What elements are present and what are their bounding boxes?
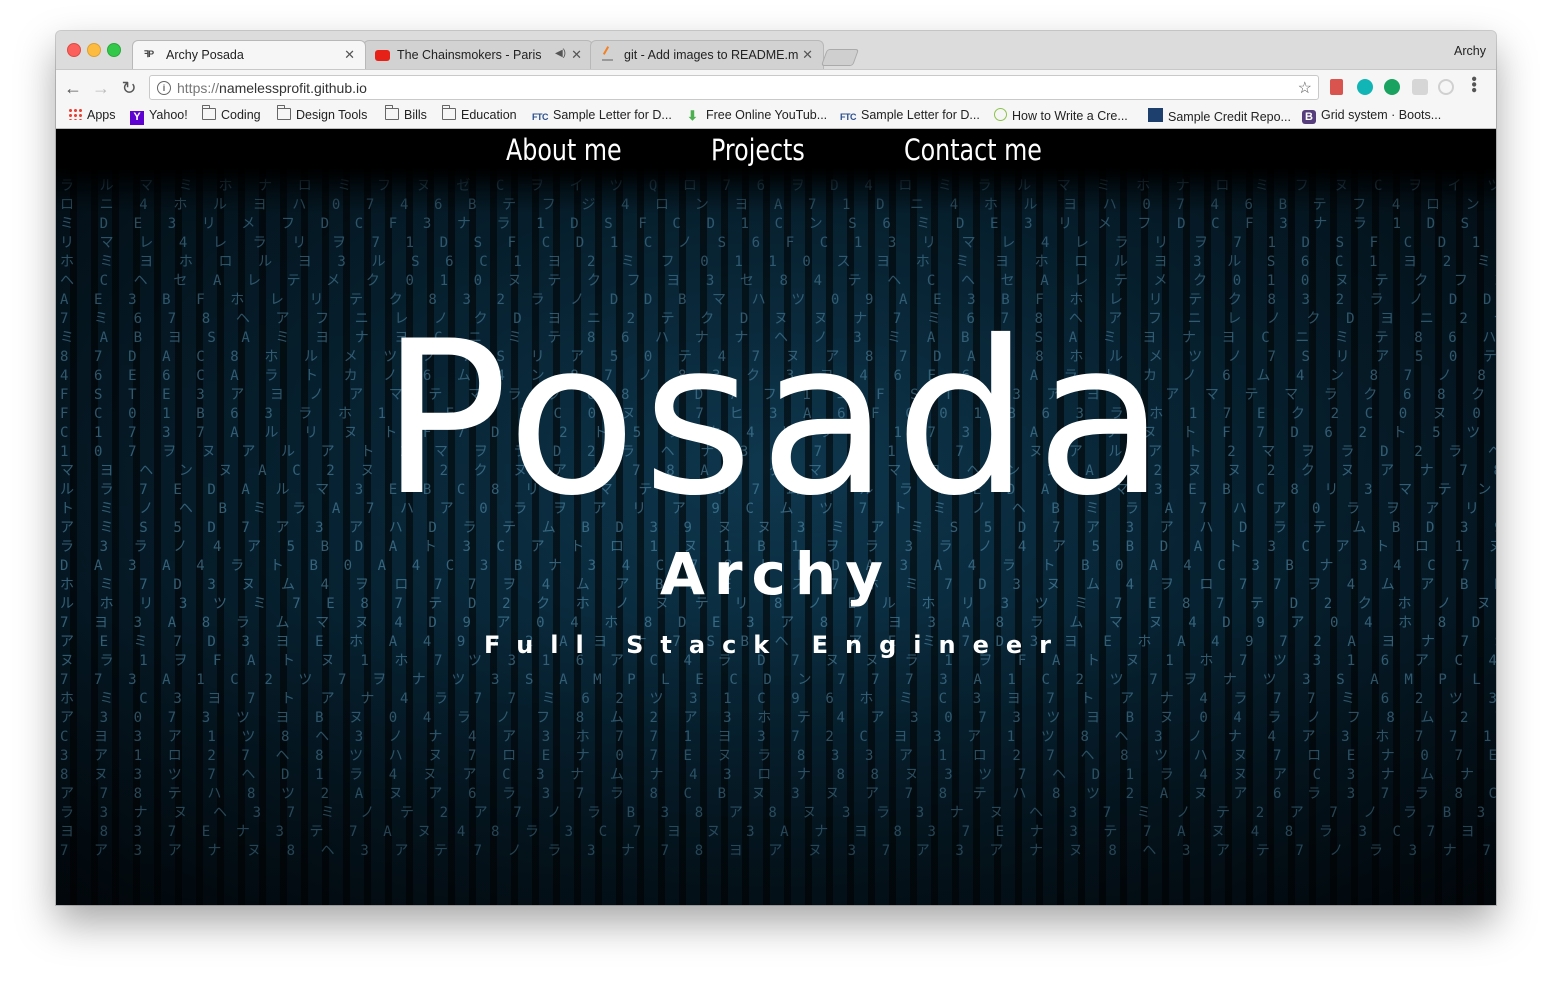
browser-window: ꟻP Archy Posada ✕ The Chainsmokers - Par… bbox=[56, 31, 1496, 905]
speaker-audio-icon[interactable]: ◀) bbox=[555, 48, 566, 59]
tab-close-icon[interactable]: ✕ bbox=[344, 47, 355, 63]
zoom-window-button[interactable] bbox=[107, 43, 121, 57]
back-arrow-icon[interactable]: ← bbox=[62, 77, 84, 99]
tab-title: The Chainsmokers - Paris (L bbox=[397, 48, 543, 62]
browser-toolbar: ← → ↻ i https://namelessprofit.github.io… bbox=[56, 69, 1496, 106]
bookmark-sample-letter-1[interactable]: FTC Sample Letter for D... bbox=[532, 108, 672, 125]
site-info-icon[interactable]: i bbox=[157, 81, 171, 95]
document-icon bbox=[994, 108, 1007, 121]
hero-first-name: Archy bbox=[660, 540, 892, 608]
nav-link-projects[interactable]: Projects bbox=[711, 133, 805, 167]
bookmarks-bar: Apps Y Yahoo! Coding Design Tools Bills E… bbox=[56, 105, 1496, 129]
bookmark-sample-credit-report[interactable]: Sample Credit Repo... bbox=[1148, 108, 1291, 125]
bookmark-yahoo[interactable]: Y Yahoo! bbox=[130, 108, 188, 125]
profile-name[interactable]: Archy bbox=[1454, 44, 1486, 58]
bookmark-apps[interactable]: Apps bbox=[68, 108, 116, 125]
tab-title: git - Add images to README.m bbox=[624, 48, 798, 62]
ftc-icon: FTC bbox=[532, 112, 549, 122]
new-tab-button[interactable] bbox=[820, 49, 860, 66]
bookmark-folder-bills[interactable]: Bills bbox=[385, 105, 427, 125]
bookmark-folder-design-tools[interactable]: Design Tools bbox=[277, 105, 367, 125]
extension-chat-icon[interactable] bbox=[1384, 79, 1400, 95]
bookmark-how-to-write[interactable]: How to Write a Cre... bbox=[994, 108, 1128, 125]
tab-chainsmokers[interactable]: The Chainsmokers - Paris (L ◀) ✕ bbox=[363, 40, 593, 69]
hero-last-name: Posada bbox=[380, 295, 1172, 542]
hero-job-title: Full Stack Engineer bbox=[484, 631, 1068, 659]
close-window-button[interactable] bbox=[67, 43, 81, 57]
bootstrap-icon: B bbox=[1302, 110, 1316, 124]
extension-screen-icon[interactable] bbox=[1412, 79, 1428, 95]
extension-refresh-icon[interactable] bbox=[1438, 79, 1454, 95]
extension-book-icon[interactable] bbox=[1330, 79, 1343, 95]
nav-link-about-me[interactable]: About me bbox=[506, 133, 622, 167]
apps-grid-icon bbox=[68, 108, 82, 120]
tab-strip: ꟻP Archy Posada ✕ The Chainsmokers - Par… bbox=[56, 31, 1496, 69]
folder-icon bbox=[385, 105, 399, 120]
extension-m-icon[interactable] bbox=[1357, 79, 1373, 95]
url-text[interactable]: https://namelessprofit.github.io bbox=[177, 80, 367, 96]
folder-icon bbox=[202, 105, 216, 120]
download-arrow-icon: ⬇ bbox=[687, 108, 698, 123]
myfico-icon bbox=[1148, 108, 1163, 122]
youtube-icon bbox=[375, 50, 390, 61]
site-navbar: About me Projects Contact me bbox=[56, 129, 1496, 169]
web-page: ラ ル マ ミ ホ ナ ロ ミ フ ヌ ゼ C ヲ イ ツ Q ロ 7 6 ヲ … bbox=[56, 129, 1496, 905]
menu-dots-icon[interactable]: ••• bbox=[1464, 76, 1482, 93]
ftc-icon: FTC bbox=[840, 112, 857, 122]
bookmark-folder-education[interactable]: Education bbox=[442, 105, 517, 125]
ap-favicon-icon: ꟻP bbox=[144, 49, 154, 59]
yahoo-icon: Y bbox=[130, 111, 144, 125]
stackoverflow-icon bbox=[602, 46, 613, 61]
address-bar[interactable]: i https://namelessprofit.github.io ☆ bbox=[149, 75, 1319, 100]
nav-link-contact-me[interactable]: Contact me bbox=[904, 133, 1042, 167]
bookmark-folder-coding[interactable]: Coding bbox=[202, 105, 261, 125]
bookmark-sample-letter-2[interactable]: FTC Sample Letter for D... bbox=[840, 108, 980, 125]
folder-icon bbox=[277, 105, 291, 120]
bookmark-star-icon[interactable]: ☆ bbox=[1298, 78, 1312, 98]
forward-arrow-icon[interactable]: → bbox=[90, 77, 112, 99]
tab-archy-posada[interactable]: ꟻP Archy Posada ✕ bbox=[132, 40, 366, 69]
folder-icon bbox=[442, 105, 456, 120]
bookmark-grid-system[interactable]: B Grid system · Boots... bbox=[1302, 108, 1441, 125]
bookmark-youtube-downloader[interactable]: ⬇ Free Online YouTub... bbox=[687, 108, 827, 125]
minimize-window-button[interactable] bbox=[87, 43, 101, 57]
tab-git-readme[interactable]: git - Add images to README.m ✕ bbox=[590, 40, 824, 69]
tab-title: Archy Posada bbox=[166, 48, 244, 62]
tab-close-icon[interactable]: ✕ bbox=[802, 47, 813, 63]
reload-icon[interactable]: ↻ bbox=[118, 77, 140, 99]
tab-close-icon[interactable]: ✕ bbox=[571, 47, 582, 63]
